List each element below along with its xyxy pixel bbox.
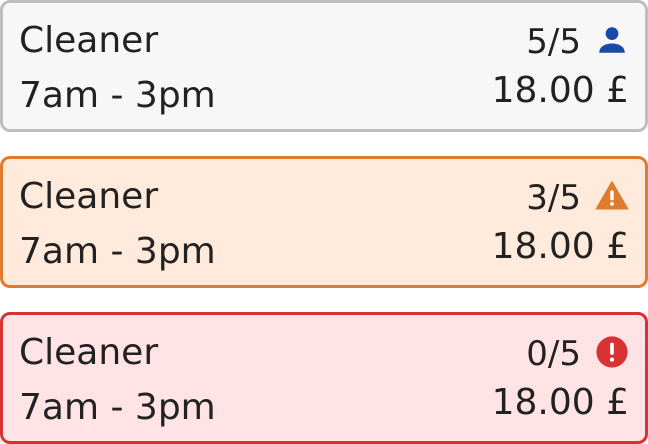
shift-filled-count: 0/5 — [526, 334, 581, 374]
shift-role: Cleaner — [19, 332, 159, 373]
shift-filled-count: 5/5 — [526, 22, 581, 62]
shift-time: 7am - 3pm — [19, 387, 216, 428]
shift-time: 7am - 3pm — [19, 75, 216, 116]
shift-card[interactable]: Cleaner 7am - 3pm 0/5 18.00 £ — [0, 312, 648, 444]
shift-price: 18.00 £ — [491, 382, 629, 423]
shift-role: Cleaner — [19, 176, 159, 217]
shift-role: Cleaner — [19, 20, 159, 61]
shift-card[interactable]: Cleaner 7am - 3pm 5/5 18.00 £ — [0, 0, 648, 132]
shift-time: 7am - 3pm — [19, 231, 216, 272]
shift-price: 18.00 £ — [491, 70, 629, 111]
person-icon — [595, 23, 629, 57]
shift-filled-count: 3/5 — [526, 178, 581, 218]
warning-icon — [595, 179, 629, 213]
shift-card[interactable]: Cleaner 7am - 3pm 3/5 18.00 £ — [0, 156, 648, 288]
error-icon — [595, 335, 629, 369]
shift-price: 18.00 £ — [491, 226, 629, 267]
